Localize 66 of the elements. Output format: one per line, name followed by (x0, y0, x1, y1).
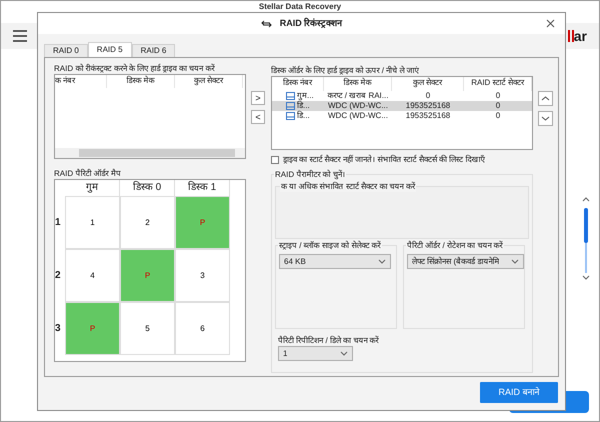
tab[interactable]: RAID 5 (88, 42, 132, 57)
row-header: 3 (55, 322, 62, 336)
table-cell: डि... (297, 111, 310, 121)
group-label: RAID पैरामीटर को चुनें। (274, 169, 346, 180)
tab[interactable]: RAID 0 (44, 44, 88, 57)
map-cell: 1 (65, 196, 120, 249)
row-header: 2 (55, 269, 62, 283)
table-cell-text: 1953525168 (404, 101, 452, 111)
checkbox-label: ड्राइव का स्टार्ट सैक्टर नहीं जानते। संभावित स्टार्ट सैक्टर्स की लिस्ट दिखाएँ (283, 154, 484, 166)
table-cell-text: 0 (494, 111, 502, 121)
table-cell-text: 1953525168 (404, 111, 452, 121)
move-up-button[interactable] (538, 91, 553, 106)
chevron-down-icon (340, 351, 348, 356)
section-label: डिस्क ऑर्डर के लिए हार्ड ड्राइव को ऊपर / नीचे ले जाएं (271, 65, 420, 76)
table-cell-text: 0 (494, 101, 502, 111)
map-cell: 3 (175, 249, 230, 302)
swap-arrow-icon (260, 20, 272, 28)
drive-icon (286, 112, 295, 120)
disk-row[interactable]: डि... WDC (WD-WC... 1953525168 0 (272, 101, 532, 111)
table-cell-text: डि... (297, 101, 310, 110)
dropdown[interactable]: लेफ्ट सिंक्रोनस (बैकवर्ड डायनेमि (407, 254, 524, 269)
map-cell: 2 (120, 196, 175, 249)
table-cell-text: गुम... (297, 91, 314, 100)
map-cell: P (65, 302, 120, 355)
table-cell-text: 0 (494, 91, 502, 101)
close-icon[interactable] (546, 19, 555, 28)
chevron-down-icon (511, 259, 519, 264)
move-down-button[interactable] (538, 111, 553, 126)
window-title: Stellar Data Recovery (258, 2, 342, 11)
row-header: 1 (55, 216, 62, 230)
group-label: स्ट्राइप / ब्लॉक साइज को सेलेक्ट करें (278, 240, 382, 251)
logo-mark-icon (568, 30, 574, 42)
map-cell: 4 (65, 249, 120, 302)
chevron-up-icon (541, 96, 550, 101)
map-cell: 5 (120, 302, 175, 355)
menu-icon[interactable] (13, 30, 27, 42)
checkbox[interactable] (271, 156, 279, 164)
tab[interactable]: RAID 6 (132, 44, 176, 57)
map-cell: 6 (175, 302, 230, 355)
table-cell-text: 0 (424, 91, 432, 101)
move-button[interactable]: < (251, 110, 265, 124)
field-label: पैरिटी रिपीटिशन / डिले का चयन करें (278, 335, 380, 346)
dropdown[interactable]: 1 (278, 346, 353, 361)
column-header[interactable]: कुल सेक्टर (175, 75, 243, 88)
drive-list[interactable]: क नंबर डिस्क मेक कुल सेक्टर (54, 74, 246, 159)
chevron-down-icon (541, 116, 550, 121)
move-button[interactable]: > (251, 91, 265, 105)
dropdown[interactable]: 64 KB (279, 254, 391, 269)
map-cell: P (120, 249, 175, 302)
drive-icon (286, 102, 295, 110)
map-cell: P (175, 196, 230, 249)
column-header[interactable]: क नंबर (55, 75, 107, 88)
table-cell-text: WDC (WD-WC... (327, 101, 389, 111)
table-cell-text: करप्ट / खराब RAI... (326, 91, 390, 101)
group-label: क या अधिक संभावित स्टार्ट सैक्टर का चयन करें (280, 181, 416, 192)
section-label: RAID को रीकंस्ट्रक्ट करने के लिए हार्ड ड्राइव का चयन करें (54, 63, 216, 74)
section-label: RAID पैरिटी ऑर्डर मैप (54, 168, 122, 179)
dialog-title: RAID रिकंस्ट्रक्शन (280, 16, 342, 30)
group-label: पैरिटी ऑर्डर / रोटेशन का चयन करें (406, 240, 504, 251)
table-cell-text: WDC (WD-WC... (327, 111, 389, 121)
drive-icon (286, 92, 295, 100)
disk-order-list[interactable]: डिस्क नंबर डिस्क मेक कुल सेक्टर RAID स्टार्ट सेक्टर गुम... करप्ट / खराब RAI... 0 0 डि... WDC (WD-WC... 1953525168 0 डि... WDC (WD-WC... 1953525168 0 (271, 76, 533, 150)
create-raid-button[interactable]: RAID बनाने (480, 382, 558, 403)
chevron-down-icon (378, 259, 386, 264)
column-header[interactable]: डिस्क मेक (107, 75, 175, 88)
logo: ar (574, 26, 587, 46)
